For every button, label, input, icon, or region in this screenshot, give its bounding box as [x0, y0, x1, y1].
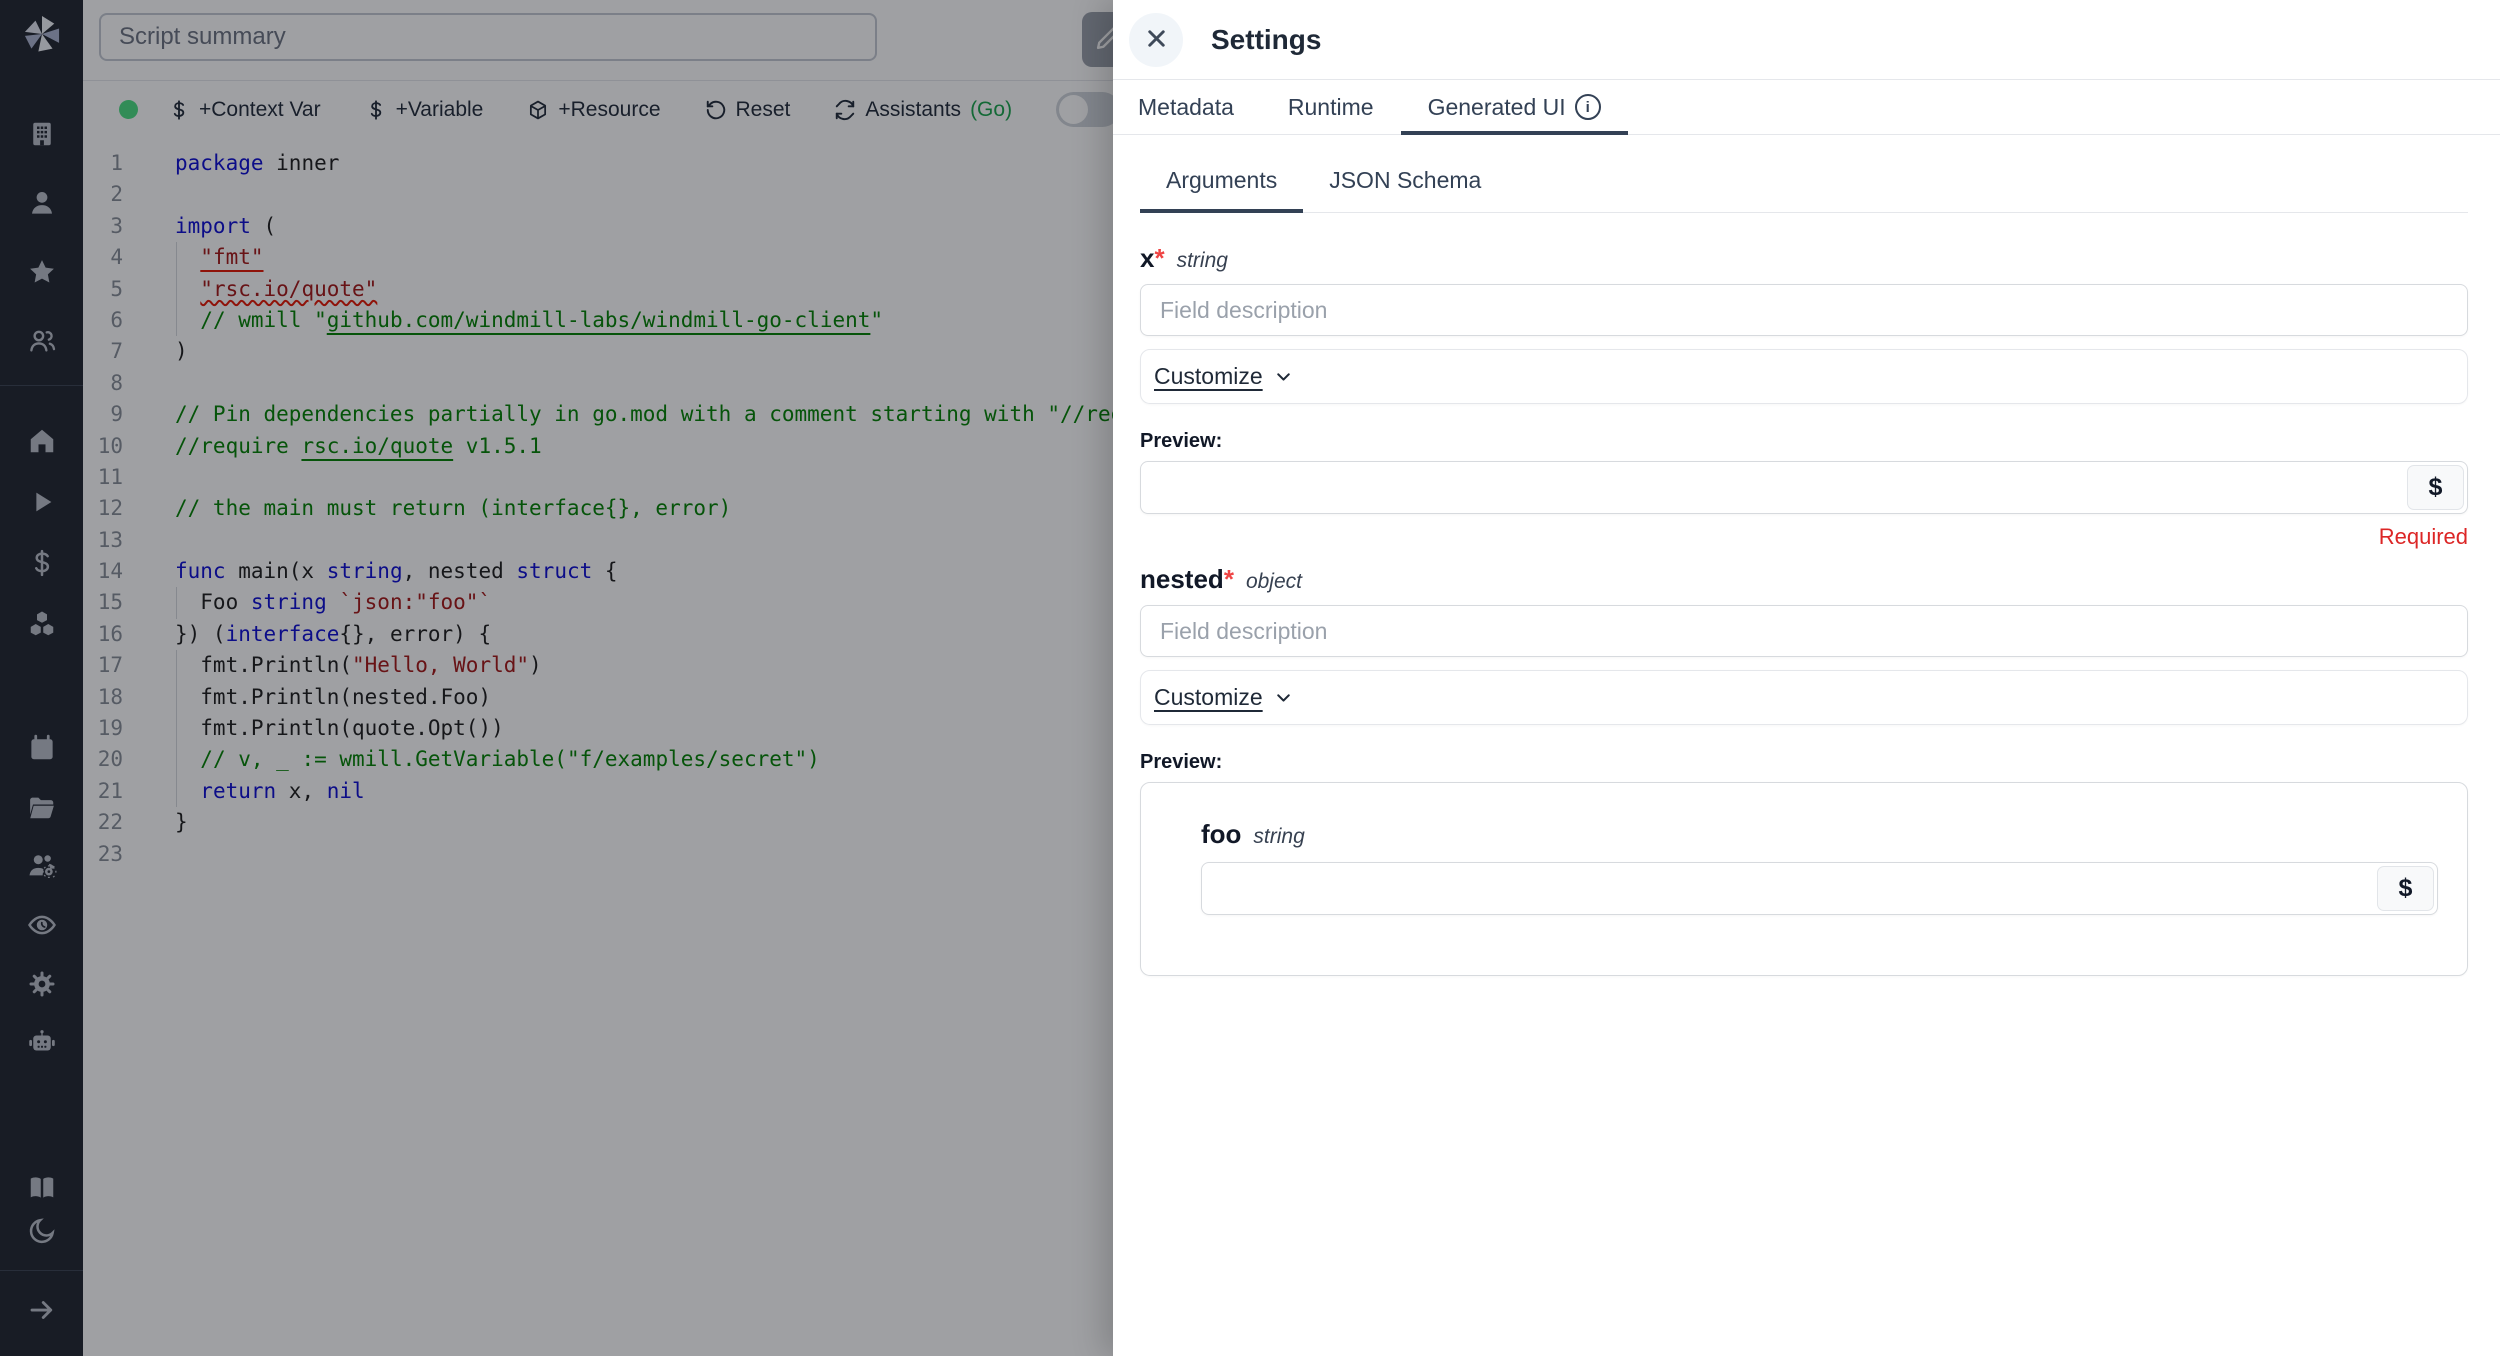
- arg-type: object: [1246, 570, 1302, 594]
- arg-name: nested: [1140, 564, 1224, 595]
- tab-runtime[interactable]: Runtime: [1261, 80, 1401, 134]
- validation-message: Required: [1140, 524, 2468, 550]
- arg-name: x: [1140, 243, 1154, 274]
- settings-tabbar: Metadata Runtime Generated UI i: [1113, 80, 2500, 135]
- required-asterisk: *: [1224, 564, 1234, 595]
- field-description-input-nested[interactable]: [1140, 605, 2468, 657]
- settings-drawer: Settings Metadata Runtime Generated UI i…: [1113, 0, 2500, 1356]
- preview-label-nested: Preview:: [1140, 751, 2468, 774]
- close-icon: [1143, 25, 1170, 55]
- tab-generated-ui[interactable]: Generated UI i: [1401, 80, 1628, 134]
- preview-field-wrap-foo: $: [1201, 862, 2438, 915]
- dollar-button[interactable]: $: [2377, 866, 2434, 911]
- preview-label-x: Preview:: [1140, 430, 2468, 453]
- chevron-down-icon: [1273, 366, 1294, 387]
- arg-header-x: x * string: [1140, 243, 2468, 274]
- arg-type: string: [1177, 249, 1228, 273]
- generated-ui-content: Arguments JSON Schema x * string Customi…: [1113, 159, 2500, 976]
- subtab-arguments[interactable]: Arguments: [1140, 159, 1303, 212]
- tab-metadata[interactable]: Metadata: [1138, 80, 1261, 134]
- tab-generated-ui-label: Generated UI: [1428, 94, 1566, 121]
- subtab-json-schema[interactable]: JSON Schema: [1303, 159, 1507, 212]
- customize-link: Customize: [1154, 363, 1263, 390]
- preview-field-wrap-x: $: [1140, 461, 2468, 514]
- close-button[interactable]: [1129, 13, 1183, 67]
- customize-link: Customize: [1154, 684, 1263, 711]
- dollar-button[interactable]: $: [2407, 465, 2464, 510]
- info-icon[interactable]: i: [1575, 94, 1601, 120]
- field-description-input-x[interactable]: [1140, 284, 2468, 336]
- object-preview-box: foo string $: [1140, 782, 2468, 976]
- generated-ui-subtabs: Arguments JSON Schema: [1140, 159, 2468, 213]
- customize-panel-nested[interactable]: Customize: [1140, 670, 2468, 725]
- child-field-name: foo: [1201, 819, 1241, 850]
- drawer-title: Settings: [1211, 24, 1321, 56]
- preview-input-foo[interactable]: [1202, 863, 2437, 914]
- child-field-header-foo: foo string: [1201, 819, 2438, 850]
- windmill-script-editor: +Context Var+Variable+ResourceResetAssis…: [0, 0, 2500, 1356]
- preview-input-x[interactable]: [1141, 462, 2467, 513]
- child-field-type: string: [1253, 825, 1304, 849]
- chevron-down-icon: [1273, 687, 1294, 708]
- customize-panel-x[interactable]: Customize: [1140, 349, 2468, 404]
- required-asterisk: *: [1154, 243, 1164, 274]
- settings-header: Settings: [1113, 0, 2500, 80]
- arg-header-nested: nested * object: [1140, 564, 2468, 595]
